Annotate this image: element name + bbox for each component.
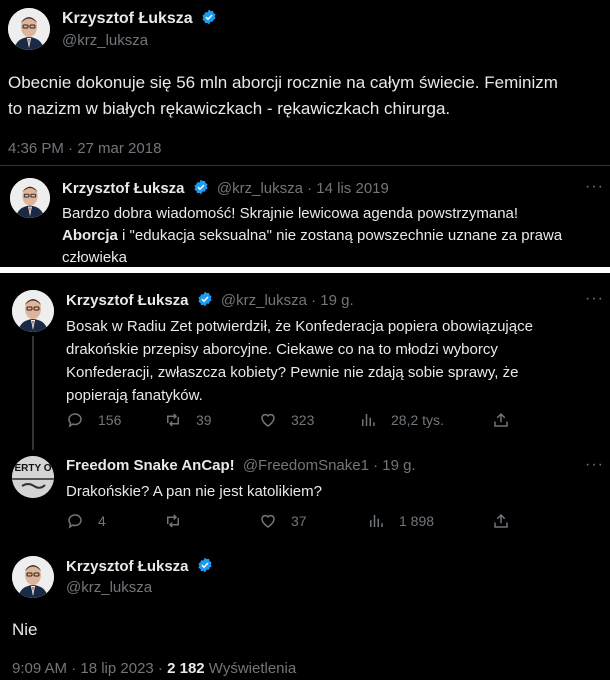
verified-icon	[194, 179, 208, 195]
avatar-photo	[12, 556, 54, 598]
retweet-count: 39	[196, 412, 212, 428]
author-name[interactable]: Krzysztof Łuksza	[62, 180, 185, 197]
share-icon	[494, 513, 508, 528]
author-name[interactable]: Krzysztof Łuksza	[66, 558, 189, 575]
author-line: Krzysztof Łuksza	[66, 557, 213, 575]
tweet-text-line: popierają fanatyków.	[66, 387, 203, 404]
like-button[interactable]: 37	[259, 512, 307, 530]
reply-button[interactable]: 156	[66, 411, 121, 429]
tweet-text-line: drakońskie przepisy aborcyjne. Ciekawe c…	[66, 341, 498, 358]
more-icon[interactable]: ···	[585, 456, 604, 474]
author-handle[interactable]: @krz_luksza	[62, 32, 148, 49]
timestamp-text: 9:09 AM · 18 lip 2023 ·	[12, 660, 168, 677]
retweet-icon	[167, 413, 179, 427]
like-icon	[261, 413, 275, 427]
avatar-text: ERTY O	[14, 463, 52, 474]
views-icon	[362, 414, 375, 426]
author-handle-date[interactable]: @FreedomSnake1 · 19 g.	[243, 457, 416, 474]
author-line: Krzysztof Łuksza @krz_luksza · 14 lis 20…	[62, 179, 389, 197]
divider	[0, 165, 610, 166]
views-count: 28,2 tys.	[391, 412, 444, 428]
avatar[interactable]	[12, 290, 54, 332]
views-button[interactable]: 1 898	[367, 512, 434, 530]
avatar[interactable]	[12, 556, 54, 598]
author-handle-date[interactable]: @krz_luksza · 14 lis 2019	[217, 180, 389, 197]
tweet-text-line: człowieka	[62, 249, 128, 266]
reply-count: 156	[98, 412, 122, 428]
avatar-photo	[10, 178, 50, 218]
author-handle[interactable]: @krz_luksza	[66, 579, 152, 596]
retweet-icon	[167, 514, 179, 528]
avatar-photo	[8, 8, 50, 50]
thread-line	[32, 336, 34, 450]
more-icon[interactable]: ···	[585, 290, 604, 308]
like-count: 323	[291, 412, 315, 428]
like-button[interactable]: 323	[259, 411, 314, 429]
tweet-text-line: Obecnie dokonuje się 56 mln aborcji rocz…	[8, 73, 558, 92]
reply-icon	[68, 413, 82, 428]
tweet-text: Bosak w Radiu Zet potwierdził, że Konfed…	[66, 315, 533, 407]
avatar-photo	[12, 290, 54, 332]
author-line: Krzysztof Łuksza	[62, 9, 217, 28]
like-count: 37	[291, 513, 307, 529]
tweet-text: Nie	[12, 620, 38, 639]
tweet-text: Obecnie dokonuje się 56 mln aborcji rocz…	[8, 70, 558, 122]
author-line: Freedom Snake AnCap! @FreedomSnake1 · 19…	[66, 457, 416, 474]
author-handle-date[interactable]: @krz_luksza · 19 g.	[221, 292, 354, 309]
views-count: 1 898	[399, 513, 435, 529]
like-icon	[261, 514, 275, 528]
views-count: 2 182	[167, 660, 205, 677]
share-icon	[494, 412, 508, 427]
more-icon[interactable]: ···	[585, 178, 604, 196]
tweet-text-line: Konfederacji, zwłaszcza kobiety? Pewnie …	[66, 364, 519, 381]
author-name[interactable]: Krzysztof Łuksza	[66, 292, 189, 309]
tweet-text-line: Bardzo dobra wiadomość! Skrajnie lewicow…	[62, 205, 519, 222]
tweet-text: Bardzo dobra wiadomość! Skrajnie lewicow…	[62, 203, 562, 269]
verified-icon	[198, 291, 212, 307]
bold-word: Aborcja	[62, 227, 118, 244]
tweet-text-line: Aborcja i "edukacja seksualna" nie zosta…	[62, 225, 562, 247]
views-icon	[370, 515, 383, 527]
author-name[interactable]: Krzysztof Łuksza	[62, 10, 193, 27]
tweet-text-line: Bosak w Radiu Zet potwierdził, że Konfed…	[66, 318, 533, 335]
avatar[interactable]: ERTY O	[12, 456, 54, 498]
avatar[interactable]	[8, 8, 50, 50]
avatar[interactable]	[10, 178, 50, 218]
views-button[interactable]: 28,2 tys.	[359, 411, 444, 429]
author-name[interactable]: Freedom Snake AnCap!	[66, 457, 235, 474]
reply-count: 4	[98, 513, 106, 529]
author-line: Krzysztof Łuksza @krz_luksza · 19 g.	[66, 291, 354, 309]
retweet-button[interactable]	[164, 512, 196, 530]
retweet-button[interactable]: 39	[164, 411, 212, 429]
reply-icon	[68, 514, 82, 529]
tweet-text-fragment: i "edukacja seksualna" nie zostaną powsz…	[117, 227, 563, 244]
tweet-timestamp[interactable]: 9:09 AM · 18 lip 2023 · 2 182 Wyświetlen…	[12, 660, 296, 677]
tweet-timestamp[interactable]: 4:36 PM · 27 mar 2018	[8, 140, 161, 157]
separator-band	[0, 267, 610, 273]
verified-icon	[198, 557, 212, 573]
reply-button[interactable]: 4	[66, 512, 106, 530]
share-button[interactable]	[492, 411, 524, 429]
tweet-text-line: to nazizm w białych rękawiczkach - rękaw…	[8, 99, 451, 118]
tweet-text: Drakońskie? A pan nie jest katolikiem?	[66, 483, 322, 500]
verified-icon	[202, 9, 216, 25]
share-button[interactable]	[492, 512, 524, 530]
views-label: Wyświetlenia	[204, 660, 297, 677]
